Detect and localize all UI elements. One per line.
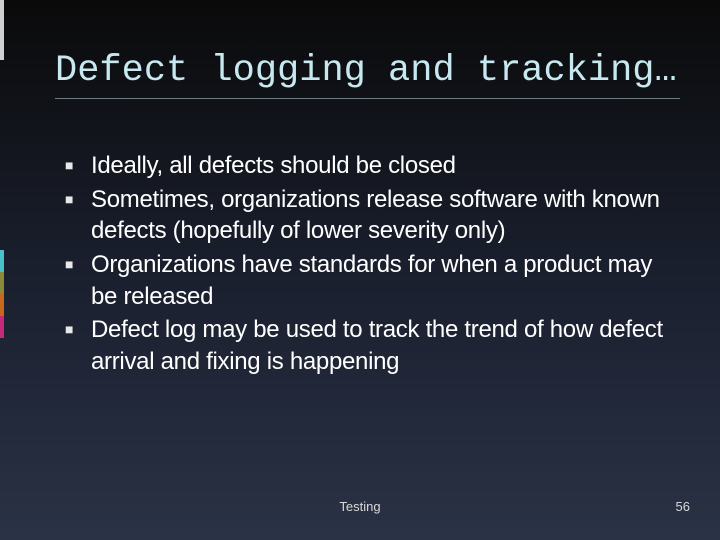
- bullet-text: Organizations have standards for when a …: [91, 249, 665, 312]
- list-item: ■ Defect log may be used to track the tr…: [65, 314, 665, 377]
- bullet-icon: ■: [65, 255, 79, 273]
- list-item: ■ Organizations have standards for when …: [65, 249, 665, 312]
- bullet-icon: ■: [65, 320, 79, 338]
- accent-bar-top: [0, 0, 4, 60]
- footer-label: Testing: [0, 499, 720, 514]
- accent-bar-magenta: [0, 316, 4, 338]
- bullet-list: ■ Ideally, all defects should be closed …: [65, 150, 665, 380]
- list-item: ■ Sometimes, organizations release softw…: [65, 184, 665, 247]
- accent-bar-olive: [0, 272, 4, 294]
- bullet-icon: ■: [65, 156, 79, 174]
- bullet-icon: ■: [65, 190, 79, 208]
- accent-bar-orange: [0, 294, 4, 316]
- accent-bar-teal: [0, 250, 4, 272]
- slide-title: Defect logging and tracking…: [55, 50, 680, 99]
- page-number: 56: [676, 499, 690, 514]
- bullet-text: Ideally, all defects should be closed: [91, 150, 665, 182]
- bullet-text: Defect log may be used to track the tren…: [91, 314, 665, 377]
- bullet-text: Sometimes, organizations release softwar…: [91, 184, 665, 247]
- list-item: ■ Ideally, all defects should be closed: [65, 150, 665, 182]
